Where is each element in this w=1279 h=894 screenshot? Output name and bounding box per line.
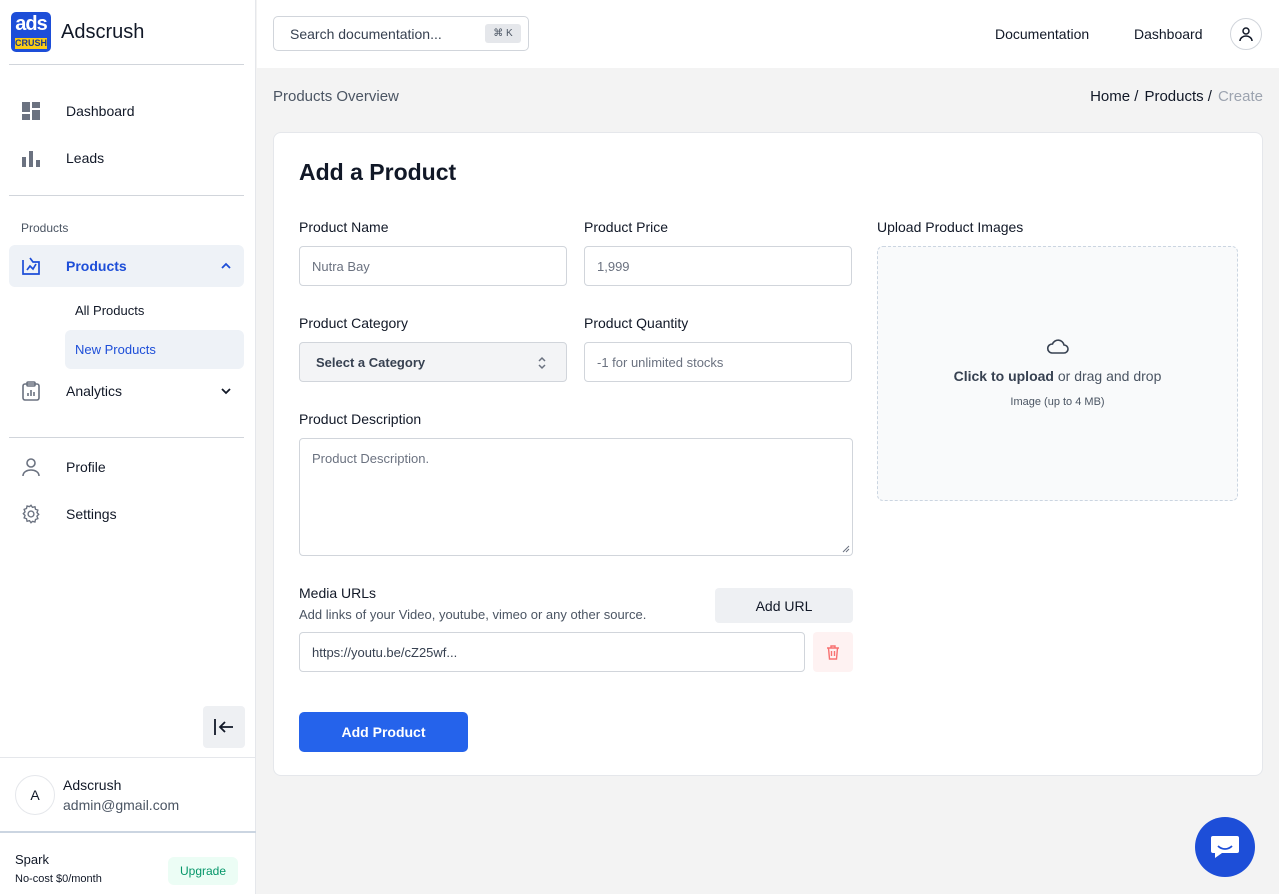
shortcut-badge: ⌘ K	[485, 24, 521, 43]
product-description-placeholder: Product Description.	[312, 451, 430, 466]
plan-name: Spark	[15, 852, 49, 867]
user-profile-box[interactable]: A Adscrush admin@gmail.com	[0, 757, 256, 831]
collapse-sidebar-button[interactable]	[203, 706, 245, 748]
product-category-value: Select a Category	[316, 354, 426, 370]
bar-chart-icon	[20, 147, 42, 169]
product-price-placeholder: 1,999	[597, 258, 630, 274]
sidebar-item-label: Products	[66, 258, 127, 274]
trash-icon	[827, 645, 839, 660]
chat-widget-button[interactable]	[1195, 817, 1255, 877]
product-description-textarea[interactable]: Product Description.	[299, 438, 853, 556]
upgrade-button[interactable]: Upgrade	[168, 857, 238, 885]
plan-price: No-cost $0/month	[15, 873, 102, 885]
chevron-up-icon	[221, 262, 231, 269]
sidebar-item-label: Analytics	[66, 383, 123, 399]
user-email: admin@gmail.com	[63, 797, 180, 813]
drag-drop-text: or drag and drop	[1053, 368, 1162, 384]
collapse-arrow-icon	[214, 719, 233, 735]
section-label-products: Products	[21, 221, 69, 235]
user-name: Adscrush	[63, 777, 122, 793]
product-price-input[interactable]: 1,999	[584, 246, 852, 286]
divider	[9, 64, 244, 65]
plan-box: Spark No-cost $0/month Upgrade	[0, 831, 256, 894]
products-box-icon	[20, 255, 42, 277]
gear-icon	[20, 503, 42, 525]
sidebar: ads CRUSH Adscrush Dashboard Leads Produ…	[0, 0, 256, 894]
clipboard-chart-icon	[20, 380, 42, 402]
sidebar-item-label: Profile	[66, 459, 106, 475]
brand[interactable]: ads CRUSH Adscrush	[11, 12, 144, 52]
sidebar-item-leads[interactable]: Leads	[9, 137, 244, 179]
add-product-button[interactable]: Add Product	[299, 712, 468, 752]
dropzone-hint: Image (up to 4 MB)	[1010, 396, 1105, 408]
user-icon	[1239, 27, 1253, 42]
product-category-label: Product Category	[299, 315, 408, 331]
media-urls-label: Media URLs	[299, 585, 377, 601]
product-name-input[interactable]: Nutra Bay	[299, 246, 567, 286]
resize-handle-icon[interactable]	[842, 545, 850, 553]
product-quantity-label: Product Quantity	[584, 315, 689, 331]
documentation-link[interactable]: Documentation	[995, 26, 1089, 42]
dashboard-grid-icon	[20, 100, 42, 122]
sidebar-item-products[interactable]: Products	[9, 245, 244, 287]
divider	[9, 437, 244, 438]
add-url-button[interactable]: Add URL	[715, 588, 853, 623]
media-url-input[interactable]: https://youtu.be/cZ25wf...	[299, 632, 805, 672]
search-placeholder: Search documentation...	[290, 25, 442, 42]
product-price-label: Product Price	[584, 219, 669, 235]
user-menu-button[interactable]	[1230, 18, 1262, 50]
card-title: Add a Product	[299, 159, 457, 185]
sidebar-item-label: Dashboard	[66, 103, 135, 119]
chevron-down-icon	[221, 388, 231, 395]
avatar: A	[15, 775, 55, 815]
search-input[interactable]: Search documentation... ⌘ K	[273, 16, 529, 51]
upload-images-label: Upload Product Images	[877, 219, 1024, 235]
page-title: Products Overview	[273, 88, 399, 105]
media-urls-help: Add links of your Video, youtube, vimeo …	[299, 607, 647, 622]
delete-url-button[interactable]	[813, 632, 853, 672]
user-icon	[20, 456, 42, 478]
chat-bubble-icon	[1211, 836, 1239, 858]
image-dropzone[interactable]: Click to upload or drag and drop Image (…	[877, 246, 1238, 501]
sidebar-subitem-all-products[interactable]: All Products	[65, 291, 244, 330]
product-name-placeholder: Nutra Bay	[312, 258, 370, 274]
media-url-value: https://youtu.be/cZ25wf...	[312, 644, 458, 660]
breadcrumb-current: Create	[1217, 88, 1263, 105]
sidebar-item-label: Leads	[66, 150, 105, 166]
logo-text-top: ads	[15, 13, 47, 35]
brand-logo: ads CRUSH	[11, 12, 51, 52]
dropzone-text: Click to upload or drag and drop	[878, 368, 1237, 384]
sidebar-subitem-new-products[interactable]: New Products	[65, 330, 244, 369]
dashboard-link[interactable]: Dashboard	[1134, 26, 1203, 42]
product-name-label: Product Name	[299, 219, 389, 235]
brand-name: Adscrush	[61, 20, 145, 43]
click-to-upload-text[interactable]: Click to upload	[954, 368, 1054, 384]
product-description-label: Product Description	[299, 411, 422, 427]
add-product-card: Add a Product Product Name Nutra Bay Pro…	[273, 132, 1263, 776]
divider	[9, 195, 244, 196]
sidebar-item-profile[interactable]: Profile	[9, 446, 244, 488]
sidebar-item-analytics[interactable]: Analytics	[9, 370, 244, 412]
product-quantity-placeholder: -1 for unlimited stocks	[597, 354, 724, 370]
sidebar-item-dashboard[interactable]: Dashboard	[9, 90, 244, 132]
breadcrumb: Home / Products / Create	[1090, 88, 1263, 105]
breadcrumb-home[interactable]: Home /	[1090, 88, 1138, 105]
topbar: Search documentation... ⌘ K Documentatio…	[257, 0, 1279, 68]
product-quantity-input[interactable]: -1 for unlimited stocks	[584, 342, 852, 382]
sidebar-item-label: Settings	[66, 506, 117, 522]
logo-text-bottom: CRUSH	[15, 38, 48, 49]
cloud-upload-icon	[1046, 339, 1069, 354]
breadcrumb-products[interactable]: Products /	[1144, 88, 1212, 105]
chevron-updown-icon	[538, 356, 546, 370]
product-category-select[interactable]: Select a Category	[299, 342, 567, 382]
sidebar-item-settings[interactable]: Settings	[9, 493, 244, 535]
